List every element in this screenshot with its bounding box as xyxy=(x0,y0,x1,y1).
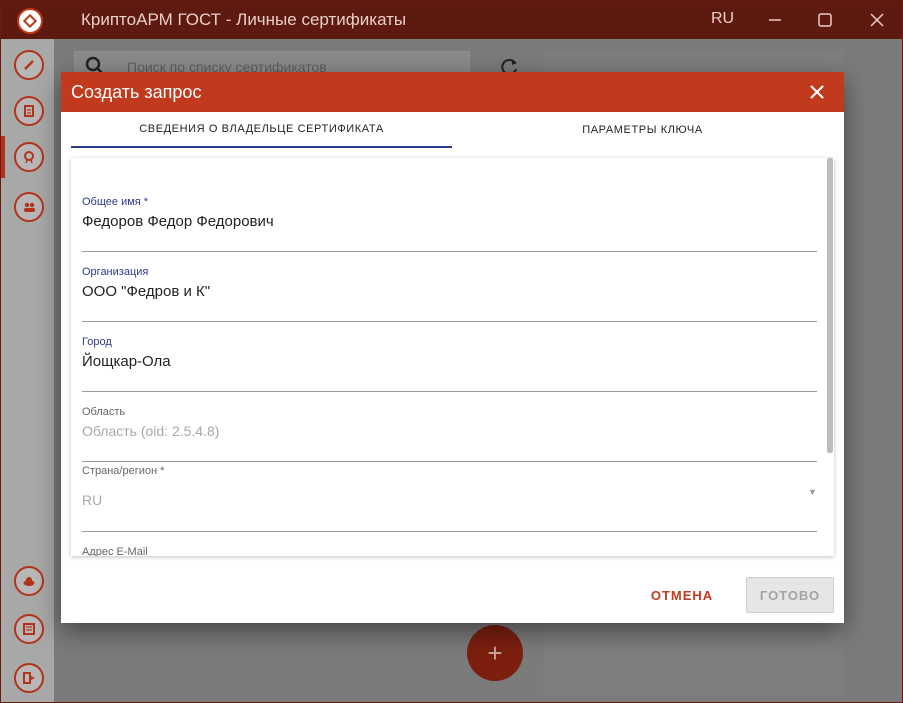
organization-value: ООО "Федров и К" xyxy=(82,283,211,300)
contacts-icon[interactable] xyxy=(14,192,44,222)
country-label: Страна/регион * xyxy=(82,465,165,477)
tab-owner-info[interactable]: СВЕДЕНИЯ О ВЛАДЕЛЬЦЕ СЕРТИФИКАТА xyxy=(71,112,452,148)
dialog-title: Создать запрос xyxy=(71,82,202,102)
title-bar: КриптоАРМ ГОСТ - Личные сертификаты RU xyxy=(1,1,902,39)
certificate-icon[interactable] xyxy=(14,142,44,172)
sidebar xyxy=(1,39,54,702)
add-icon: + xyxy=(487,637,503,668)
window-title: КриптоАРМ ГОСТ - Личные сертификаты xyxy=(81,10,407,29)
dropdown-arrow-icon: ▼ xyxy=(808,487,817,497)
email-label: Адрес E-Mail xyxy=(82,546,148,556)
app-logo-icon xyxy=(17,8,43,34)
dialog-header: Создать запрос xyxy=(61,72,844,112)
region-field[interactable]: Область Область (oid: 2.5.4.8) xyxy=(82,406,817,462)
tab-key-params[interactable]: ПАРАМЕТРЫ КЛЮЧА xyxy=(452,112,833,148)
common-name-label: Общее имя * xyxy=(82,196,149,208)
region-placeholder: Область (oid: 2.5.4.8) xyxy=(82,423,220,439)
organization-field[interactable]: Организация ООО "Федров и К" xyxy=(82,266,817,322)
city-label: Город xyxy=(82,336,112,348)
country-value: RU xyxy=(82,492,103,508)
common-name-value: Федоров Федор Федорович xyxy=(82,213,274,230)
done-button[interactable]: ГОТОВО xyxy=(746,577,834,613)
city-field[interactable]: Город Йощкар-Ола xyxy=(82,336,817,392)
dialog-tabs: СВЕДЕНИЯ О ВЛАДЕЛЬЦЕ СЕРТИФИКАТА ПАРАМЕТ… xyxy=(61,112,844,148)
cancel-button[interactable]: ОТМЕНА xyxy=(641,577,723,613)
maximize-icon[interactable] xyxy=(812,8,838,32)
organization-label: Организация xyxy=(82,266,149,278)
country-select[interactable]: Страна/регион * RU ▼ xyxy=(82,465,817,532)
create-request-dialog: Создать запрос СВЕДЕНИЯ О ВЛАДЕЛЬЦЕ СЕРТ… xyxy=(61,72,844,623)
scrollbar[interactable] xyxy=(827,158,833,453)
region-label: Область xyxy=(82,406,126,418)
close-icon[interactable] xyxy=(864,8,890,32)
active-indicator xyxy=(1,136,5,178)
sign-pen-icon[interactable] xyxy=(14,50,44,80)
city-value: Йощкар-Ола xyxy=(82,353,171,370)
add-button[interactable]: + xyxy=(467,625,523,681)
cloud-icon[interactable] xyxy=(14,566,44,596)
dialog-close-icon[interactable] xyxy=(805,80,829,104)
common-name-field[interactable]: Общее имя * Федоров Федор Федорович xyxy=(82,196,817,252)
language-switch[interactable]: RU xyxy=(711,10,734,28)
exit-icon[interactable] xyxy=(14,663,44,693)
owner-form: Общее имя * Федоров Федор Федорович Орга… xyxy=(71,158,834,556)
journal-icon[interactable] xyxy=(14,614,44,644)
documents-icon[interactable] xyxy=(14,96,44,126)
email-field[interactable]: Адрес E-Mail xyxy=(82,546,817,556)
minimize-icon[interactable] xyxy=(762,8,788,32)
app-window: КриптоАРМ ГОСТ - Личные сертификаты RU П… xyxy=(0,0,903,703)
